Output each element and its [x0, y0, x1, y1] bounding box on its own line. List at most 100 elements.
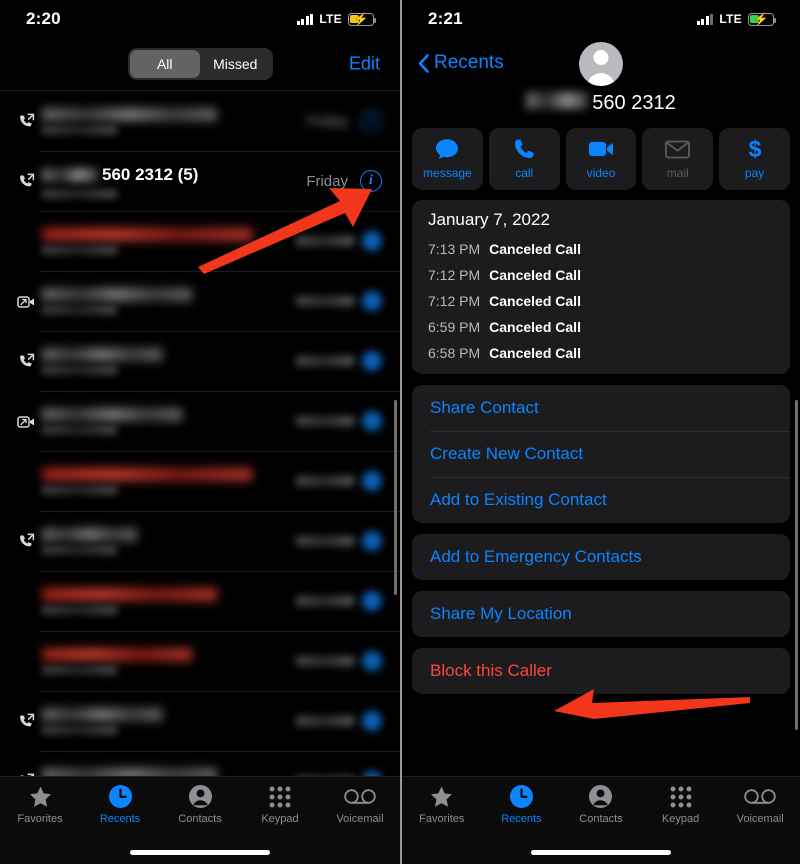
redacted-caller-label: [42, 306, 117, 314]
redacted-call-timestamp: [296, 296, 354, 306]
redacted-caller-label: [42, 486, 117, 494]
tab-label: Recents: [99, 813, 141, 825]
call-info-button[interactable]: [362, 651, 382, 671]
menu-item-add-to-existing-contact[interactable]: Add to Existing Contact: [412, 477, 790, 523]
call-info-button[interactable]: [362, 351, 382, 371]
action-video[interactable]: video: [565, 128, 637, 190]
dual-screenshot-container: 2:20 LTE ⚡ All Missed Edit Friday i 560 23…: [0, 0, 800, 864]
outgoing-call-icon: [10, 353, 42, 370]
video-call-icon: [10, 414, 42, 429]
call-list-row[interactable]: [0, 511, 400, 571]
call-row-details: [42, 708, 296, 734]
call-list-row[interactable]: [0, 691, 400, 751]
tab-recents[interactable]: Recents: [80, 783, 160, 837]
redacted-call-timestamp: [296, 656, 354, 666]
redacted-call-timestamp: [296, 476, 354, 486]
segment-missed[interactable]: Missed: [200, 50, 271, 78]
call-history-entry: 6:59 PM Canceled Call: [412, 314, 790, 340]
call-info-button[interactable]: [362, 591, 382, 611]
call-info-button[interactable]: [362, 291, 382, 311]
network-type-label: LTE: [719, 12, 742, 26]
quick-action-buttons[interactable]: message call video mail $ pay: [402, 124, 800, 200]
tab-voicemail[interactable]: Voicemail: [320, 783, 400, 837]
contact-detail-navbar: Recents 560 2312: [402, 38, 800, 124]
tab-label: Voicemail: [736, 813, 784, 825]
menu-item-share-contact[interactable]: Share Contact: [412, 385, 790, 431]
call-list-row[interactable]: [0, 391, 400, 451]
call-row-details: [42, 228, 296, 254]
home-indicator: [531, 850, 671, 855]
menu-item-create-new-contact[interactable]: Create New Contact: [412, 431, 790, 477]
call-list-row[interactable]: [0, 631, 400, 691]
calls-filter-segmented-control[interactable]: All Missed: [127, 48, 273, 80]
call-list-row[interactable]: [0, 331, 400, 391]
call-info-button[interactable]: [362, 231, 382, 251]
call-history-entry: 7:12 PM Canceled Call: [412, 262, 790, 288]
recent-calls-list[interactable]: Friday i 560 2312 (5) Friday i: [0, 91, 400, 777]
tab-contacts[interactable]: Contacts: [561, 783, 641, 837]
avatar: [579, 42, 623, 86]
action-message[interactable]: message: [412, 128, 483, 190]
redacted-call-timestamp: [296, 716, 354, 726]
call-info-button[interactable]: [362, 711, 382, 731]
tab-favorites[interactable]: Favorites: [402, 783, 482, 837]
detail-scrollbar[interactable]: [795, 400, 798, 730]
call-list-row[interactable]: 560 2312 (5) Friday i: [0, 151, 400, 211]
call-history-entry: 7:12 PM Canceled Call: [412, 288, 790, 314]
list-scrollbar[interactable]: [394, 400, 397, 595]
action-pay[interactable]: $ pay: [719, 128, 790, 190]
call-info-button[interactable]: i: [360, 170, 382, 192]
call-list-row[interactable]: [0, 751, 400, 777]
menu-group-card: Share My Location: [412, 591, 790, 637]
call-row-details: 560 2312 (5): [42, 165, 306, 198]
action-call[interactable]: call: [488, 128, 560, 190]
call-info-button[interactable]: [362, 471, 382, 491]
voicemail-icon: [344, 783, 376, 810]
redacted-caller-label: [42, 426, 117, 434]
redacted-caller-name: [42, 588, 217, 601]
redacted-caller-label: [42, 606, 117, 614]
star-icon: [28, 783, 53, 810]
tab-recents[interactable]: Recents: [482, 783, 562, 837]
history-type: Canceled Call: [489, 293, 581, 309]
call-list-row[interactable]: [0, 451, 400, 511]
left-tab-bar: Favorites Recents Contacts Keypad Voicemail: [0, 776, 400, 864]
tab-keypad[interactable]: Keypad: [240, 783, 320, 837]
tab-favorites[interactable]: Favorites: [0, 783, 80, 837]
action-label: call: [515, 166, 534, 180]
call-info-button[interactable]: i: [360, 110, 382, 132]
menu-item-add-to-emergency-contacts[interactable]: Add to Emergency Contacts: [412, 534, 790, 580]
right-tab-bar: Favorites Recents Contacts Keypad Voicemail: [402, 776, 800, 864]
call-history-entry: 7:13 PM Canceled Call: [412, 236, 790, 262]
redacted-caller-name: [42, 468, 252, 481]
tab-label: Voicemail: [336, 813, 384, 825]
menu-item-share-my-location[interactable]: Share My Location: [412, 591, 790, 637]
tab-label: Keypad: [261, 813, 299, 825]
segment-all[interactable]: All: [129, 50, 200, 78]
call-list-row[interactable]: [0, 271, 400, 331]
phone-icon: [513, 138, 535, 160]
contact-header: 560 2312: [402, 42, 800, 115]
tab-keypad[interactable]: Keypad: [641, 783, 721, 837]
home-indicator: [130, 850, 270, 855]
menu-item-block-this-caller[interactable]: Block this Caller: [412, 648, 790, 694]
redacted-call-timestamp: [296, 536, 354, 546]
history-time: 7:12 PM: [428, 267, 481, 283]
call-row-meta: [296, 351, 382, 371]
call-row-meta: [296, 711, 382, 731]
call-info-button[interactable]: [362, 411, 382, 431]
tab-contacts[interactable]: Contacts: [160, 783, 240, 837]
call-list-row[interactable]: [0, 571, 400, 631]
redacted-caller-name: [42, 108, 217, 121]
call-info-button[interactable]: [362, 531, 382, 551]
call-list-row[interactable]: [0, 211, 400, 271]
edit-button[interactable]: Edit: [349, 54, 380, 75]
tab-voicemail[interactable]: Voicemail: [720, 783, 800, 837]
redacted-caller-name: [42, 528, 137, 541]
left-phone-screen: 2:20 LTE ⚡ All Missed Edit Friday i 560 23…: [0, 0, 400, 864]
call-list-row[interactable]: Friday i: [0, 91, 400, 151]
redacted-caller-label: [42, 546, 117, 554]
outgoing-call-icon: [10, 173, 42, 190]
redacted-call-timestamp: [296, 236, 354, 246]
redacted-call-timestamp: [296, 596, 354, 606]
